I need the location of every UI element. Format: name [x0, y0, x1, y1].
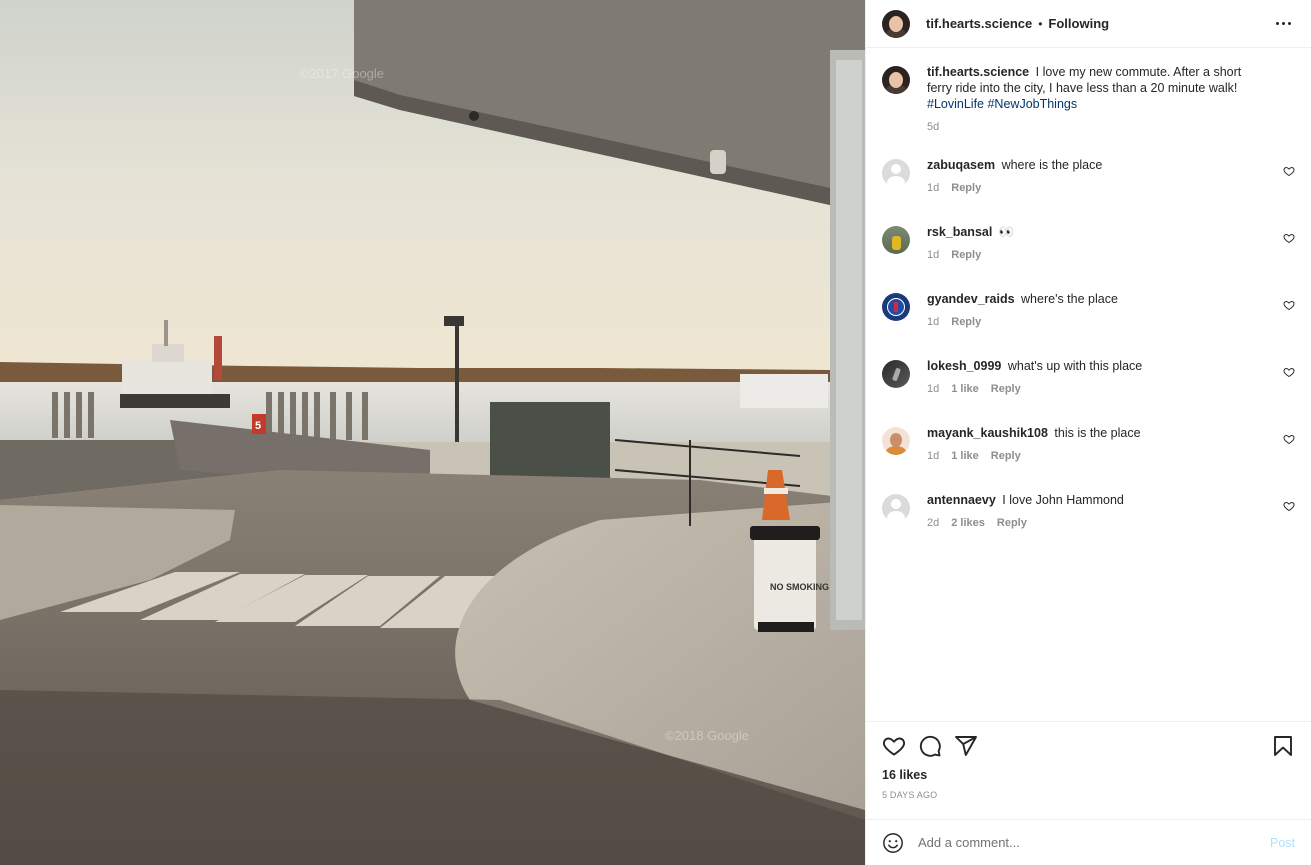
comment-likes[interactable]: 2 likes	[951, 517, 985, 529]
caption: tif.hearts.science I love my new commute…	[882, 64, 1295, 133]
like-comment-heart-icon[interactable]	[1283, 433, 1295, 445]
caption-meta: 5d	[927, 121, 1269, 133]
share-icon[interactable]	[954, 734, 978, 758]
caption-avatar[interactable]	[882, 66, 910, 94]
hashtag-link[interactable]: #NewJobThings	[987, 97, 1077, 111]
caption-text: tif.hearts.science I love my new commute…	[927, 64, 1269, 112]
hashtag-link[interactable]: #LovinLife	[927, 97, 984, 111]
like-comment-heart-icon[interactable]	[1283, 366, 1295, 378]
like-comment-heart-icon[interactable]	[1283, 165, 1295, 177]
comment-input[interactable]	[918, 835, 1270, 850]
svg-text:NO SMOKING: NO SMOKING	[770, 582, 829, 592]
comment-item: gyandev_raids where's the place 1d Reply	[882, 291, 1295, 338]
svg-text:©2018 Google: ©2018 Google	[665, 728, 749, 743]
add-comment-bar: Post	[866, 819, 1311, 865]
dumpster	[490, 402, 610, 480]
post-actions: 16 likes 5 DAYS AGO	[866, 721, 1311, 819]
comment-item: lokesh_0999 what's up with this place 1d…	[882, 358, 1295, 405]
truck	[740, 374, 828, 408]
comment-username[interactable]: antennaevy	[927, 493, 996, 507]
comment-text: where's the place	[1021, 292, 1118, 306]
svg-text:5: 5	[255, 420, 261, 432]
comment-item: rsk_bansal 👀 1d Reply	[882, 224, 1295, 271]
comment-text: 👀	[998, 225, 1015, 239]
traffic-cone	[762, 470, 790, 520]
owner-avatar[interactable]	[882, 9, 910, 38]
comment-username[interactable]: zabuqasem	[927, 158, 995, 172]
comment-username[interactable]: gyandev_raids	[927, 292, 1015, 306]
instagram-post-view: NO SMOKING 5 ©2017 Google ©2018 Google t…	[0, 0, 1311, 865]
commenter-avatar[interactable]	[882, 360, 910, 388]
reply-button[interactable]: Reply	[951, 316, 981, 328]
owner-username[interactable]: tif.hearts.science	[926, 16, 1032, 31]
comment-time[interactable]: 1d	[927, 450, 939, 462]
caption-username[interactable]: tif.hearts.science	[927, 65, 1029, 79]
commenter-avatar[interactable]	[882, 226, 910, 254]
comment-time[interactable]: 1d	[927, 383, 939, 395]
post-photo[interactable]: NO SMOKING 5 ©2017 Google ©2018 Google	[0, 0, 865, 865]
reply-button[interactable]: Reply	[951, 182, 981, 194]
post-comment-button[interactable]: Post	[1270, 836, 1295, 850]
street-lamp	[455, 322, 459, 442]
emoji-icon[interactable]	[882, 832, 904, 854]
comment-username[interactable]: lokesh_0999	[927, 359, 1001, 373]
comment-item: antennaevy I love John Hammond 2d 2 like…	[882, 492, 1295, 539]
post-date: 5 DAYS AGO	[882, 790, 938, 800]
comment-username[interactable]: mayank_kaushik108	[927, 426, 1048, 440]
commenter-avatar[interactable]	[882, 427, 910, 455]
comment-username[interactable]: rsk_bansal	[927, 225, 992, 239]
comment-text: what's up with this place	[1007, 359, 1143, 373]
comment-time[interactable]: 1d	[927, 182, 939, 194]
post-header: tif.hearts.science • Following	[866, 0, 1311, 48]
commenter-avatar[interactable]	[882, 159, 910, 187]
heart-icon[interactable]	[882, 734, 906, 758]
reply-button[interactable]: Reply	[951, 249, 981, 261]
comment-time[interactable]: 1d	[927, 316, 939, 328]
following-button[interactable]: Following	[1048, 16, 1109, 31]
separator-dot: •	[1038, 16, 1043, 31]
comment-text: I love John Hammond	[1002, 493, 1124, 507]
comment-time[interactable]: 2d	[927, 517, 939, 529]
reply-button[interactable]: Reply	[991, 383, 1021, 395]
comment-item: mayank_kaushik108 this is the place 1d 1…	[882, 425, 1295, 472]
like-comment-heart-icon[interactable]	[1283, 299, 1295, 311]
more-options-icon[interactable]	[1271, 12, 1295, 36]
likes-count[interactable]: 16 likes	[882, 768, 1295, 782]
comment-icon[interactable]	[918, 734, 942, 758]
comment-time[interactable]: 1d	[927, 249, 939, 261]
street-view-image: NO SMOKING 5 ©2017 Google ©2018 Google	[0, 0, 865, 865]
bookmark-icon[interactable]	[1271, 734, 1295, 758]
reply-button[interactable]: Reply	[997, 517, 1027, 529]
like-comment-heart-icon[interactable]	[1283, 232, 1295, 244]
comments-list[interactable]: tif.hearts.science I love my new commute…	[866, 48, 1311, 721]
commenter-avatar[interactable]	[882, 494, 910, 522]
commenter-avatar[interactable]	[882, 293, 910, 321]
like-comment-heart-icon[interactable]	[1283, 500, 1295, 512]
comment-text: where is the place	[1001, 158, 1103, 172]
comment-item: zabuqasem where is the place 1d Reply	[882, 157, 1295, 204]
post-details-panel: tif.hearts.science • Following tif.heart…	[865, 0, 1311, 865]
caption-time[interactable]: 5d	[927, 121, 939, 133]
comment-likes[interactable]: 1 like	[951, 383, 979, 395]
comment-text: this is the place	[1054, 426, 1141, 440]
reply-button[interactable]: Reply	[991, 450, 1021, 462]
svg-text:©2017 Google: ©2017 Google	[300, 66, 384, 81]
comment-likes[interactable]: 1 like	[951, 450, 979, 462]
